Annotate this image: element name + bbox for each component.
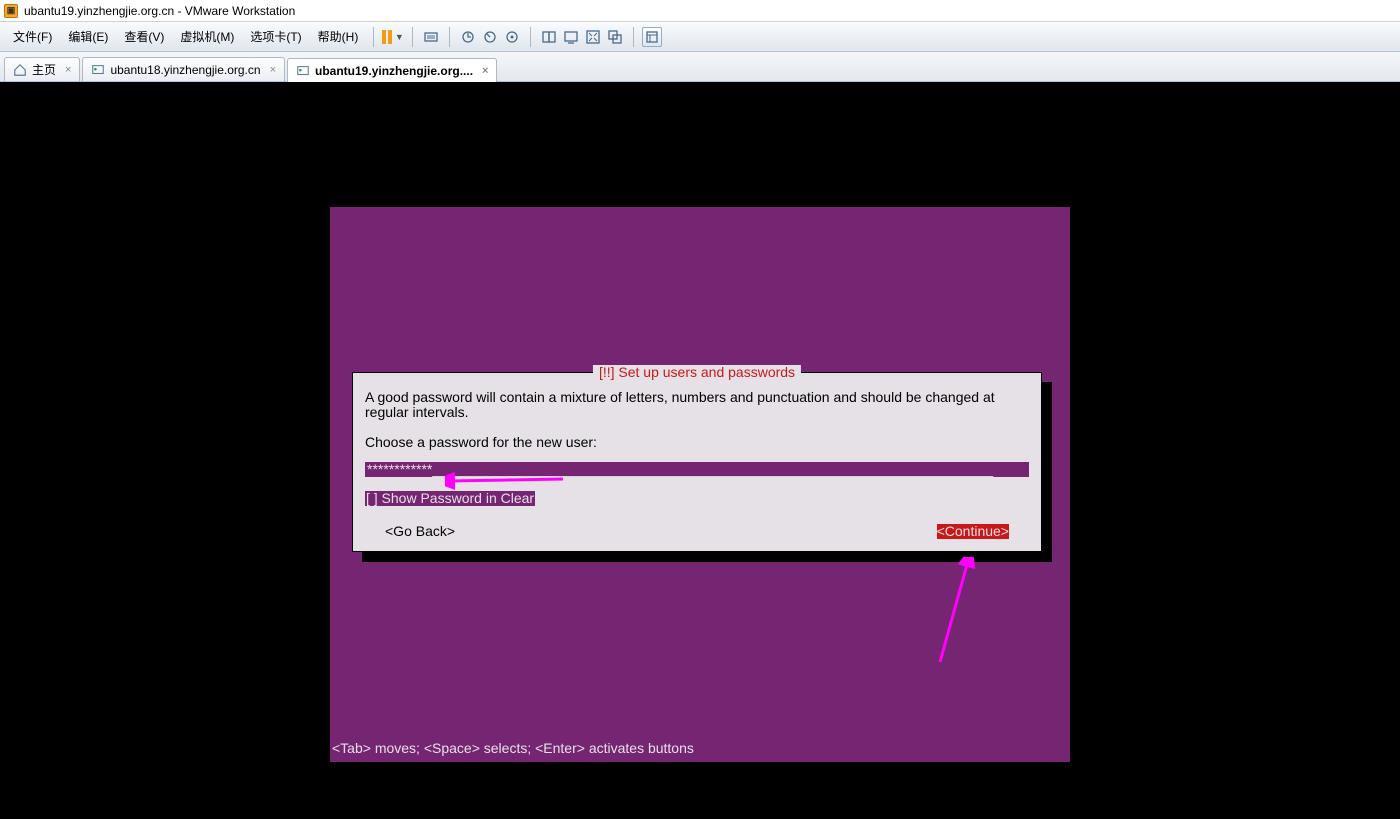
revert-snapshot-button[interactable]	[480, 27, 500, 47]
separator	[530, 27, 531, 47]
tab-ubantu19[interactable]: ubantu19.yinzhengjie.org.... ×	[287, 58, 497, 82]
tab-ubantu18[interactable]: ubantu18.yinzhengjie.org.cn ×	[82, 57, 285, 81]
vm-viewport[interactable]: [!!] Set up users and passwords A good p…	[0, 82, 1400, 819]
manage-snapshots-button[interactable]	[502, 27, 522, 47]
send-ctrl-alt-del-button[interactable]	[421, 27, 441, 47]
pause-icon	[382, 30, 392, 44]
window-title-bar: ▣ ubantu19.yinzhengjie.org.cn - VMware W…	[0, 0, 1400, 22]
separator	[449, 27, 450, 47]
fullscreen-icon	[585, 29, 601, 45]
menu-help[interactable]: 帮助(H)	[311, 25, 366, 48]
console-view-button[interactable]	[561, 27, 581, 47]
tab-ubantu18-label: ubantu18.yinzhengjie.org.cn	[110, 63, 260, 77]
fit-guest-icon	[541, 29, 557, 45]
dialog-help-text: A good password will contain a mixture o…	[365, 390, 1029, 420]
menu-view[interactable]: 查看(V)	[117, 25, 171, 48]
manage-icon	[504, 29, 520, 45]
unity-icon	[607, 29, 623, 45]
close-icon[interactable]: ×	[270, 64, 276, 76]
separator	[412, 27, 413, 47]
vmware-app-icon: ▣	[4, 4, 18, 18]
unity-button[interactable]	[605, 27, 625, 47]
home-icon	[13, 63, 27, 77]
menu-file[interactable]: 文件(F)	[6, 25, 59, 48]
fit-guest-button[interactable]	[539, 27, 559, 47]
window-title: ubantu19.yinzhengjie.org.cn - VMware Wor…	[24, 4, 295, 18]
show-password-checkbox[interactable]: [ ] Show Password in Clear	[365, 491, 535, 506]
menu-edit[interactable]: 编辑(E)	[61, 25, 115, 48]
tab-home-label: 主页	[32, 61, 56, 78]
close-icon[interactable]: ×	[482, 65, 488, 77]
vm-icon	[91, 63, 105, 77]
keyboard-icon	[423, 29, 439, 45]
tab-bar: 主页 × ubantu18.yinzhengjie.org.cn × ubant…	[0, 52, 1400, 82]
library-button[interactable]	[642, 27, 662, 47]
annotation-arrow-continue	[920, 557, 980, 667]
fullscreen-button[interactable]	[583, 27, 603, 47]
console-icon	[563, 29, 579, 45]
dialog-prompt: Choose a password for the new user:	[365, 435, 1029, 450]
menu-toolbar: 文件(F) 编辑(E) 查看(V) 虚拟机(M) 选项卡(T) 帮助(H) ▼	[0, 22, 1400, 52]
library-icon	[644, 29, 660, 45]
pause-button[interactable]	[382, 27, 392, 47]
dialog-shadow	[1042, 382, 1052, 562]
installer-footer-hint: <Tab> moves; <Space> selects; <Enter> ac…	[332, 741, 694, 756]
dialog-shadow	[362, 552, 1052, 562]
close-icon[interactable]: ×	[65, 64, 71, 76]
power-dropdown[interactable]: ▼	[394, 27, 404, 47]
menu-vm[interactable]: 虚拟机(M)	[173, 25, 241, 48]
snapshot-icon	[460, 29, 476, 45]
separator	[633, 27, 634, 47]
tab-home[interactable]: 主页 ×	[4, 57, 80, 81]
password-input[interactable]: ************____________________________…	[365, 462, 1029, 477]
revert-icon	[482, 29, 498, 45]
snapshot-button[interactable]	[458, 27, 478, 47]
vm-icon	[296, 64, 310, 78]
menu-tabs[interactable]: 选项卡(T)	[243, 25, 308, 48]
tab-ubantu19-label: ubantu19.yinzhengjie.org....	[315, 64, 473, 78]
continue-button[interactable]: <Continue>	[937, 524, 1009, 539]
separator	[373, 27, 374, 47]
vm-screen[interactable]: [!!] Set up users and passwords A good p…	[330, 207, 1070, 762]
dialog-title: [!!] Set up users and passwords	[593, 365, 801, 380]
installer-dialog: [!!] Set up users and passwords A good p…	[352, 372, 1042, 552]
go-back-button[interactable]: <Go Back>	[385, 524, 455, 539]
